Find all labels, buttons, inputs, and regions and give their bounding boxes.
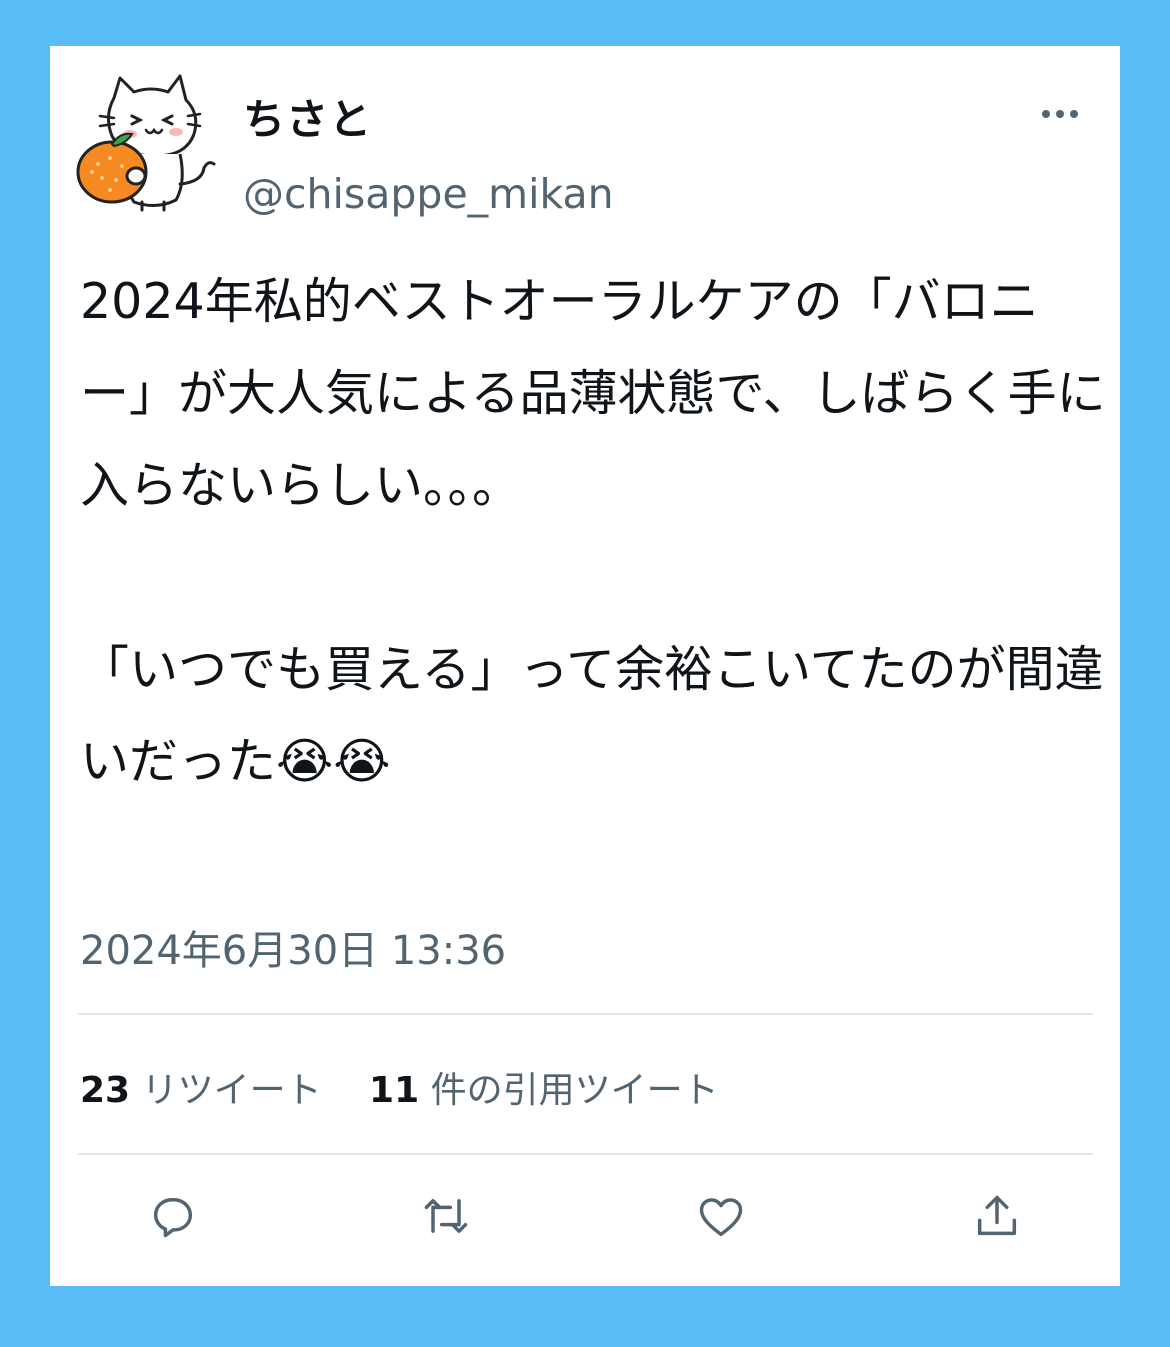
tweet-stats: 23 リツイート 11 件の引用ツイート	[80, 1061, 755, 1113]
avatar[interactable]	[76, 72, 221, 212]
quotes-count: 11	[369, 1070, 420, 1111]
retweets-stat[interactable]: 23 リツイート	[80, 1070, 322, 1111]
tweet-text: 2024年私的ベストオーラルケアの「バロニー」が大人気による品薄状態で、しばらく…	[80, 273, 1106, 790]
action-bar	[50, 1186, 1120, 1256]
retweet-icon[interactable]	[416, 1186, 476, 1246]
cat-avatar-icon	[76, 74, 216, 212]
divider	[78, 1013, 1093, 1015]
quotes-stat[interactable]: 11 件の引用ツイート	[369, 1070, 719, 1111]
divider	[78, 1153, 1093, 1155]
retweets-label: リツイート	[141, 1070, 322, 1111]
author-display-name[interactable]: ちさと	[243, 86, 372, 147]
tweet-timestamp[interactable]: 2024年6月30日 13:36	[80, 918, 506, 976]
tweet-card: ちさと @chisappe_mikan 2024年私的ベストオーラルケアの「バロ…	[50, 46, 1120, 1286]
author-handle[interactable]: @chisappe_mikan	[243, 170, 614, 218]
like-heart-icon[interactable]	[691, 1186, 751, 1246]
reply-icon[interactable]	[143, 1186, 203, 1246]
quotes-label: 件の引用ツイート	[430, 1070, 719, 1111]
retweets-count: 23	[80, 1070, 131, 1111]
share-icon[interactable]	[967, 1186, 1027, 1246]
more-options-icon[interactable]	[1035, 96, 1085, 132]
